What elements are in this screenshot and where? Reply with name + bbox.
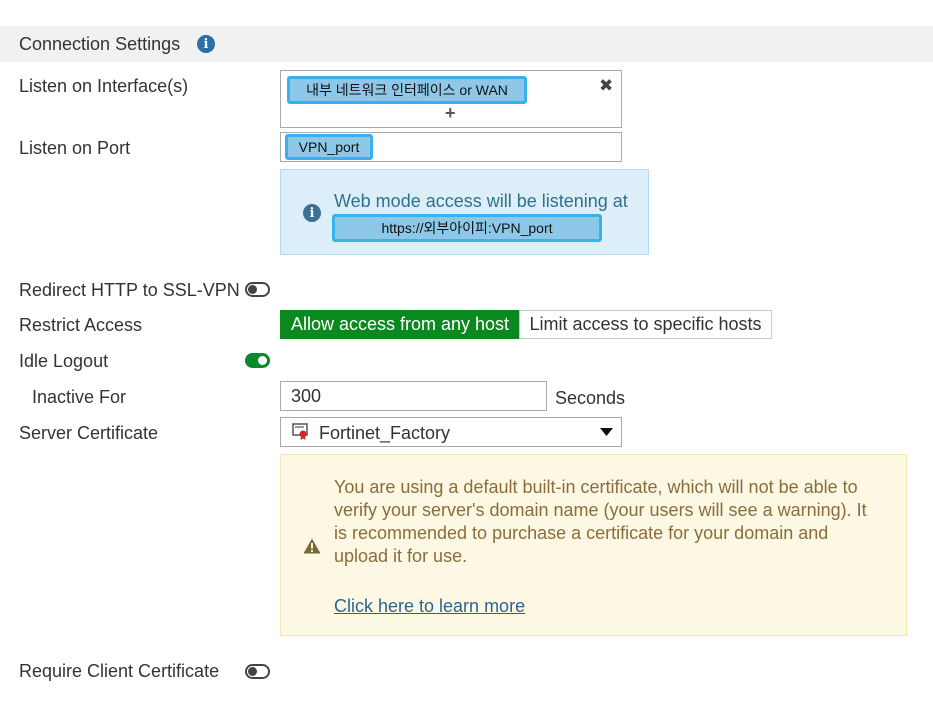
warning-icon bbox=[303, 538, 321, 554]
redirect-label: Redirect HTTP to SSL-VPN bbox=[19, 280, 240, 300]
server-certificate-select[interactable]: Fortinet_Factory bbox=[280, 417, 622, 447]
redirect-http-toggle[interactable] bbox=[245, 282, 270, 297]
idle-logout-toggle[interactable] bbox=[245, 353, 270, 368]
listen-port-label: Listen on Port bbox=[19, 138, 131, 158]
plus-icon[interactable]: + bbox=[445, 103, 456, 124]
close-icon[interactable]: ✖ bbox=[599, 76, 613, 96]
listen-interface-label: Listen on Interface(s) bbox=[19, 76, 189, 96]
certificate-icon bbox=[292, 423, 308, 440]
info-icon: i bbox=[303, 204, 321, 222]
seconds-unit: Seconds bbox=[555, 388, 626, 408]
info-icon[interactable]: i bbox=[197, 35, 215, 53]
idle-logout-label: Idle Logout bbox=[19, 351, 109, 371]
interface-chip[interactable]: 내부 네트워크 인터페이스 or WAN bbox=[287, 76, 527, 104]
certificate-warning-panel: You are using a default built-in certifi… bbox=[280, 454, 907, 636]
toggle-knob bbox=[258, 356, 267, 365]
learn-more-link[interactable]: Click here to learn more bbox=[334, 596, 525, 617]
limit-specific-hosts-option[interactable]: Limit access to specific hosts bbox=[519, 310, 772, 339]
require-client-cert-label: Require Client Certificate bbox=[19, 661, 220, 681]
section-title: Connection Settings bbox=[19, 34, 181, 54]
require-client-cert-toggle[interactable] bbox=[245, 664, 270, 679]
port-selector[interactable]: VPN_port bbox=[280, 132, 622, 162]
toggle-knob bbox=[248, 667, 257, 676]
web-mode-text: Web mode access will be listening at bbox=[334, 191, 628, 211]
interface-selector[interactable]: 내부 네트워크 인터페이스 or WAN ✖ + bbox=[280, 70, 622, 128]
server-certificate-value: Fortinet_Factory bbox=[319, 423, 451, 443]
server-certificate-label: Server Certificate bbox=[19, 423, 159, 443]
allow-any-host-option[interactable]: Allow access from any host bbox=[280, 310, 520, 339]
port-chip[interactable]: VPN_port bbox=[285, 134, 373, 160]
caret-down-icon bbox=[600, 428, 613, 436]
certificate-warning-text: You are using a default built-in certifi… bbox=[334, 477, 867, 566]
inactive-for-label: Inactive For bbox=[32, 387, 127, 407]
web-mode-info-panel: i Web mode access will be listening at h… bbox=[280, 169, 649, 255]
toggle-knob bbox=[248, 285, 257, 294]
restrict-access-label: Restrict Access bbox=[19, 315, 143, 335]
inactive-for-input[interactable] bbox=[280, 381, 547, 411]
web-mode-url: https://외부아이피:VPN_port bbox=[332, 214, 602, 242]
